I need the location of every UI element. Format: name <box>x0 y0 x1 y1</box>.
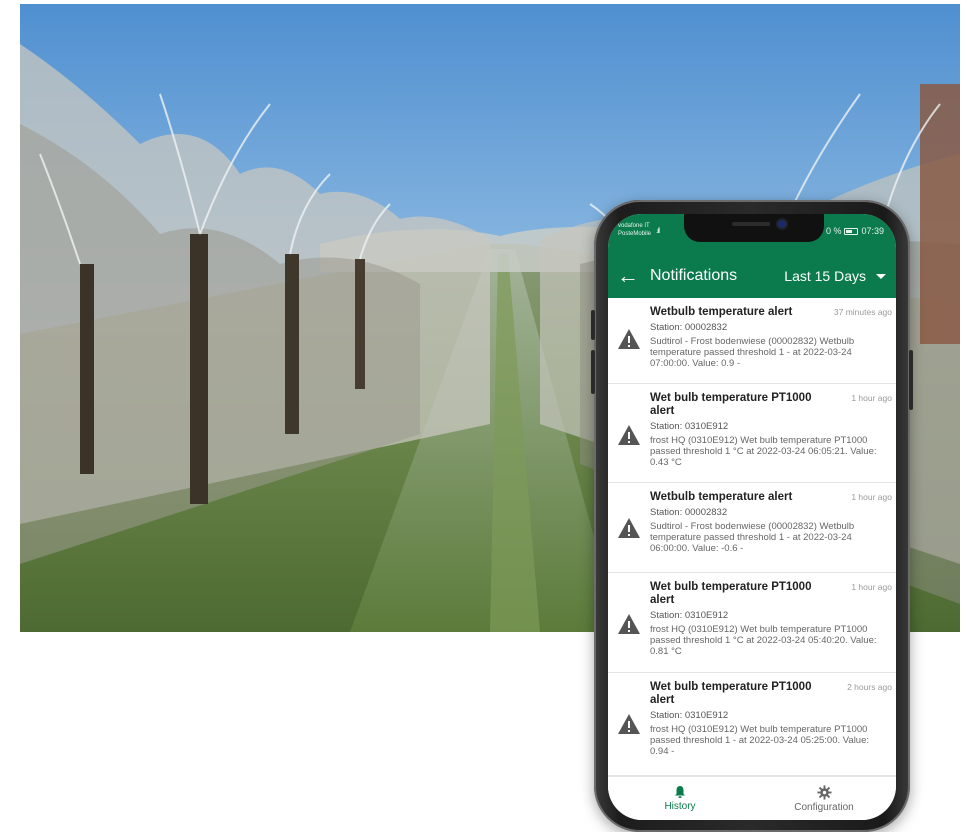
notification-title: Wet bulb temperature PT1000 alert <box>650 681 812 706</box>
notification-message: Sudtirol - Frost bodenwiese (00002832) W… <box>650 521 855 554</box>
notification-message: Sudtirol - Frost bodenwiese (00002832) W… <box>650 336 855 369</box>
phone-screen: vodafone IT PosteMobile .ıll 0 % 07:39 ←… <box>608 214 896 820</box>
status-bar: vodafone IT PosteMobile .ıll 0 % 07:39 <box>608 214 896 254</box>
carrier-line-1: vodafone IT <box>618 223 650 229</box>
notification-title: Wetbulb temperature alert <box>650 306 793 318</box>
notification-station: Station: 0310E912 <box>650 610 729 621</box>
notification-list[interactable]: Wetbulb temperature alert 37 minutes ago… <box>608 298 896 776</box>
phone-volume-button <box>591 350 595 394</box>
notification-time: 2 hours ago <box>847 682 892 692</box>
notification-station: Station: 0310E912 <box>650 710 729 721</box>
gear-icon <box>816 784 832 800</box>
front-camera <box>778 220 786 228</box>
notification-title: Wet bulb temperature PT1000 alert <box>650 581 812 606</box>
warning-icon <box>618 329 640 349</box>
carrier-info: vodafone IT PosteMobile <box>618 222 651 238</box>
notification-item[interactable]: Wet bulb temperature PT1000 alert 1 hour… <box>608 573 896 673</box>
phone-frame: vodafone IT PosteMobile .ıll 0 % 07:39 ←… <box>591 200 913 832</box>
notification-header: Wetbulb temperature alert 1 hour ago <box>650 491 892 504</box>
notification-header: Wetbulb temperature alert 37 minutes ago <box>650 306 892 319</box>
notification-message: frost HQ (0310E912) Wet bulb temperature… <box>650 435 877 468</box>
notification-item[interactable]: Wetbulb temperature alert 37 minutes ago… <box>608 298 896 384</box>
notification-message: frost HQ (0310E912) Wet bulb temperature… <box>650 724 870 757</box>
date-range-label: Last 15 Days <box>784 268 866 284</box>
phone-volume-button <box>591 310 595 340</box>
notification-item[interactable]: Wetbulb temperature alert 1 hour ago Sta… <box>608 483 896 573</box>
tab-history[interactable]: History <box>608 777 752 820</box>
battery-percent: 0 % <box>825 226 842 236</box>
bell-icon <box>675 786 685 798</box>
bottom-nav: History Configuration <box>608 776 896 820</box>
status-right: 0 % 07:39 <box>826 226 884 236</box>
notification-title: Wetbulb temperature alert <box>650 491 793 503</box>
notification-time: 37 minutes ago <box>833 307 892 317</box>
warning-icon <box>618 425 640 445</box>
tab-history-label: History <box>664 801 696 812</box>
notification-time: 1 hour ago <box>851 582 892 592</box>
warning-icon <box>618 518 640 538</box>
speaker-grille <box>732 222 770 226</box>
warning-icon <box>618 614 640 634</box>
notification-time: 1 hour ago <box>851 492 892 502</box>
back-arrow-icon[interactable]: ← <box>610 263 646 289</box>
phone-notch <box>684 214 824 242</box>
notification-title: Wet bulb temperature PT1000 alert <box>650 392 812 417</box>
carrier-line-2: PosteMobile <box>618 231 652 237</box>
battery-icon <box>844 227 859 235</box>
notification-item[interactable]: Wet bulb temperature PT1000 alert 1 hour… <box>608 384 896 483</box>
notification-header: Wet bulb temperature PT1000 alert 1 hour… <box>650 581 892 607</box>
notification-header: Wet bulb temperature PT1000 alert 1 hour… <box>650 392 892 418</box>
page-title: Notifications <box>650 267 738 284</box>
caret-down-icon <box>876 273 886 279</box>
notification-time: 1 hour ago <box>851 393 892 403</box>
stage: vodafone IT PosteMobile .ıll 0 % 07:39 ←… <box>0 0 967 832</box>
date-range-dropdown[interactable]: Last 15 Days <box>784 268 896 284</box>
notification-message: frost HQ (0310E912) Wet bulb temperature… <box>650 624 877 657</box>
notification-station: Station: 0310E912 <box>650 421 729 432</box>
clock: 07:39 <box>861 226 884 236</box>
phone-power-button <box>909 350 913 410</box>
app-bar: ← Notifications Last 15 Days <box>608 254 896 298</box>
tab-configuration[interactable]: Configuration <box>752 777 896 820</box>
tab-configuration-label: Configuration <box>794 801 854 813</box>
notification-station: Station: 00002832 <box>650 322 728 333</box>
notification-header: Wet bulb temperature PT1000 alert 2 hour… <box>650 681 892 707</box>
signal-icon: .ıll <box>656 228 660 235</box>
notification-station: Station: 00002832 <box>650 507 728 518</box>
notification-item[interactable]: Wet bulb temperature PT1000 alert 2 hour… <box>608 673 896 776</box>
warning-icon <box>618 714 640 734</box>
